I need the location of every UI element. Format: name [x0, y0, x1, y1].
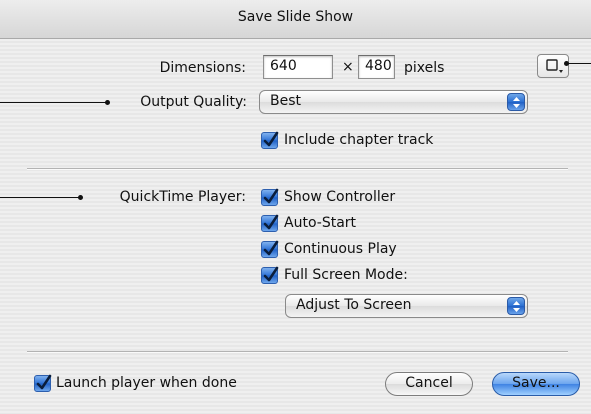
checkmark-icon: [263, 188, 279, 204]
cancel-button[interactable]: Cancel: [385, 372, 473, 396]
callout-line-quicktime: [0, 197, 81, 198]
auto-start-checkbox[interactable]: [261, 214, 279, 232]
popup-arrows-icon: [507, 297, 525, 315]
dimensions-label: Dimensions:: [159, 60, 246, 76]
output-quality-popup[interactable]: Best: [259, 90, 528, 114]
checkmark-icon: [263, 131, 279, 147]
full-screen-mode-label: Full Screen Mode:: [284, 267, 408, 283]
continuous-play-checkbox[interactable]: [261, 240, 279, 258]
full-screen-mode-checkbox[interactable]: [261, 266, 279, 284]
checkmark-icon: [263, 266, 279, 282]
show-controller-checkbox[interactable]: [261, 188, 279, 206]
separator-top: [27, 168, 568, 170]
title-bar: Save Slide Show: [0, 0, 591, 39]
checkmark-icon: [263, 214, 279, 230]
show-controller-label: Show Controller: [284, 189, 396, 205]
callout-dot-presets: [564, 61, 569, 66]
full-screen-mode-popup[interactable]: Adjust To Screen: [285, 294, 528, 318]
callout-line-presets: [567, 63, 591, 64]
auto-start-label: Auto-Start: [284, 215, 357, 231]
full-screen-mode-value: Adjust To Screen: [296, 297, 412, 313]
separator-bottom: [27, 351, 568, 353]
dimensions-presets-button[interactable]: [537, 54, 569, 78]
height-field[interactable]: 480: [358, 55, 395, 79]
launch-player-checkbox[interactable]: [34, 374, 52, 392]
checkmark-icon: [36, 374, 52, 390]
include-chapter-track-label: Include chapter track: [284, 132, 434, 148]
continuous-play-label: Continuous Play: [284, 241, 397, 257]
dimensions-times: ×: [342, 59, 354, 75]
window-title: Save Slide Show: [237, 9, 354, 25]
dimensions-presets-icon: [538, 59, 568, 81]
save-button[interactable]: Save...: [492, 372, 580, 396]
pixels-label: pixels: [404, 60, 445, 76]
output-quality-value: Best: [270, 93, 302, 109]
launch-player-label: Launch player when done: [56, 375, 237, 391]
include-chapter-track-checkbox[interactable]: [261, 131, 279, 149]
callout-line-output-quality: [0, 102, 108, 103]
popup-arrows-icon: [507, 93, 525, 111]
quicktime-player-label: QuickTime Player:: [119, 189, 246, 205]
callout-dot-quicktime: [78, 195, 83, 200]
output-quality-label: Output Quality:: [140, 94, 247, 110]
checkmark-icon: [263, 240, 279, 256]
width-field[interactable]: 640: [263, 55, 333, 79]
